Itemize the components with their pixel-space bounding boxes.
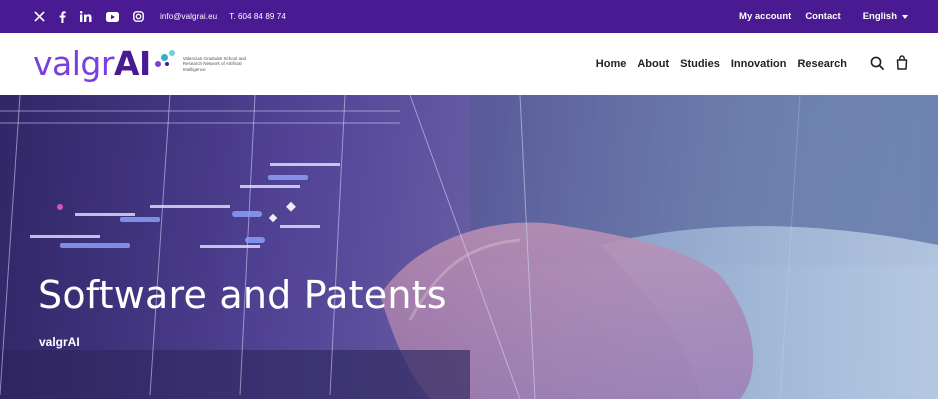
linkedin-icon[interactable] [80, 9, 92, 25]
hero-banner: Software and Patents valgrAI [0, 95, 938, 399]
top-bar: info@valgrai.eu T. 604 84 89 74 My accou… [0, 0, 938, 33]
logo-tagline: Valencian Graduate School and Research N… [182, 55, 246, 72]
logo-text-b: AI [113, 43, 151, 83]
logo[interactable]: valgrAI Valencian Graduate School and Re… [33, 47, 257, 81]
logo-wordmark: valgrAI [33, 47, 151, 80]
logo-dots-icon [153, 49, 179, 79]
main-nav: Home About Studies Innovation Research [596, 55, 908, 73]
site-header: valgrAI Valencian Graduate School and Re… [0, 33, 938, 95]
x-icon[interactable] [34, 9, 45, 25]
social-links: info@valgrai.eu T. 604 84 89 74 [34, 9, 286, 25]
contact-link[interactable]: Contact [805, 11, 840, 22]
hero-background-image [0, 95, 938, 399]
youtube-icon[interactable] [106, 9, 119, 25]
search-icon[interactable] [870, 56, 884, 73]
email-link[interactable]: info@valgrai.eu [160, 12, 217, 21]
nav-research[interactable]: Research [797, 58, 847, 70]
logo-text-a: valgr [33, 43, 114, 83]
page-subtitle: valgrAI [39, 335, 80, 349]
nav-innovation[interactable]: Innovation [731, 58, 787, 70]
nav-home[interactable]: Home [596, 58, 627, 70]
facebook-icon[interactable] [59, 9, 66, 25]
page-title: Software and Patents [38, 273, 447, 317]
phone-link[interactable]: T. 604 84 89 74 [229, 12, 286, 21]
nav-about[interactable]: About [637, 58, 669, 70]
instagram-icon[interactable] [133, 9, 144, 25]
nav-studies[interactable]: Studies [680, 58, 720, 70]
chevron-down-icon [902, 14, 908, 19]
my-account-link[interactable]: My account [739, 11, 791, 22]
language-label: English [862, 11, 897, 22]
language-selector[interactable]: English [863, 11, 908, 22]
bag-icon[interactable] [896, 55, 908, 73]
